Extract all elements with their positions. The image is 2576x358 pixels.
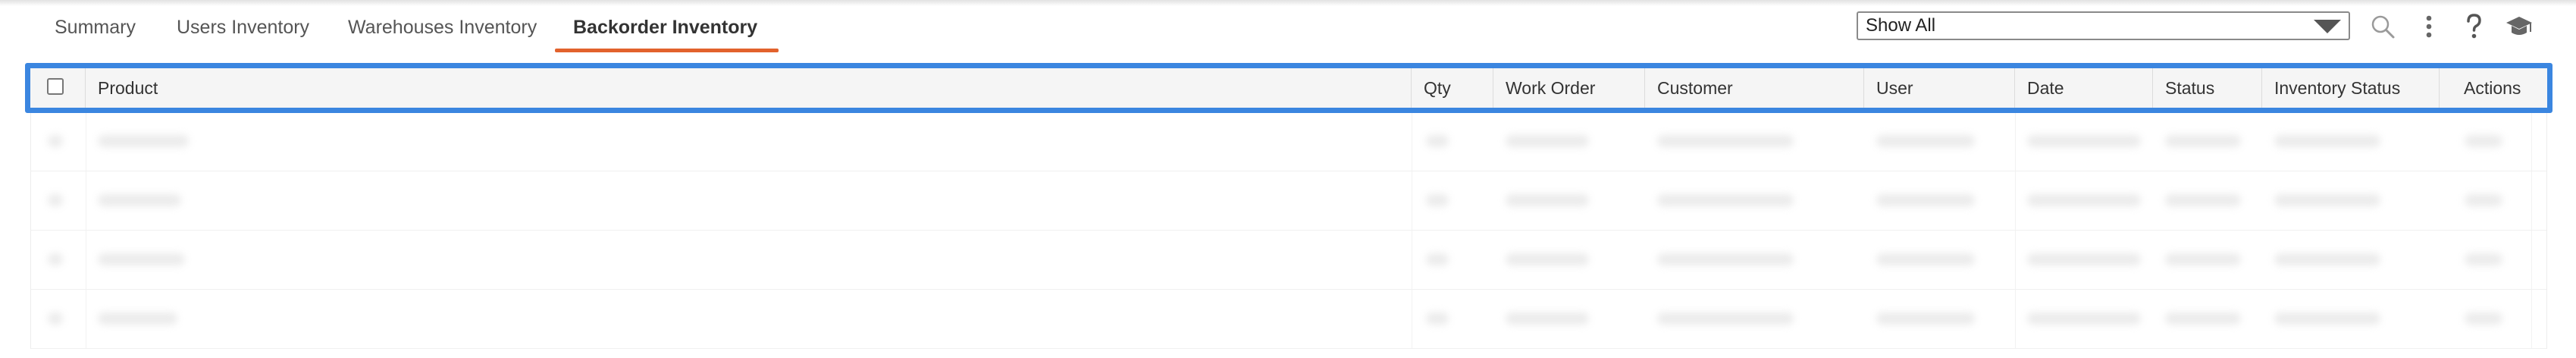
help-icon[interactable] — [2459, 12, 2488, 41]
chevron-down-icon — [2314, 20, 2341, 33]
column-header-status[interactable]: Status — [2152, 68, 2261, 108]
table-row[interactable] — [30, 112, 2547, 171]
column-header-customer[interactable]: Customer — [1644, 68, 1863, 108]
column-header-date[interactable]: Date — [2014, 68, 2152, 108]
inventory-filter-select[interactable]: Show All — [1857, 11, 2350, 40]
select-all-cell — [30, 68, 85, 108]
column-header-product[interactable]: Product — [85, 68, 1411, 108]
graduation-cap-icon[interactable] — [2505, 12, 2534, 41]
filter-selected-value: Show All — [1866, 15, 1936, 36]
table-row[interactable] — [30, 171, 2547, 231]
more-vertical-icon[interactable] — [2415, 12, 2443, 41]
backorder-table: Product Qty Work Order Customer User Dat… — [30, 68, 2547, 349]
table-body — [30, 112, 2547, 349]
column-header-inventory-status[interactable]: Inventory Status — [2261, 68, 2439, 108]
select-all-checkbox[interactable] — [47, 78, 64, 95]
tab-warehouses-inventory[interactable]: Warehouses Inventory — [348, 14, 537, 53]
search-icon[interactable] — [2368, 12, 2397, 41]
table-row[interactable] — [30, 290, 2547, 349]
column-header-qty[interactable]: Qty — [1411, 68, 1493, 108]
tab-summary[interactable]: Summary — [55, 14, 136, 53]
tab-users-inventory[interactable]: Users Inventory — [177, 14, 309, 53]
table-header-row: Product Qty Work Order Customer User Dat… — [30, 68, 2547, 108]
table-row[interactable] — [30, 231, 2547, 290]
column-header-actions: Actions — [2439, 68, 2547, 108]
tab-bar: Summary Users Inventory Warehouses Inven… — [0, 0, 834, 55]
column-header-user[interactable]: User — [1863, 68, 2014, 108]
column-header-work-order[interactable]: Work Order — [1493, 68, 1644, 108]
active-tab-indicator — [555, 49, 779, 52]
tab-backorder-inventory[interactable]: Backorder Inventory — [573, 14, 757, 53]
